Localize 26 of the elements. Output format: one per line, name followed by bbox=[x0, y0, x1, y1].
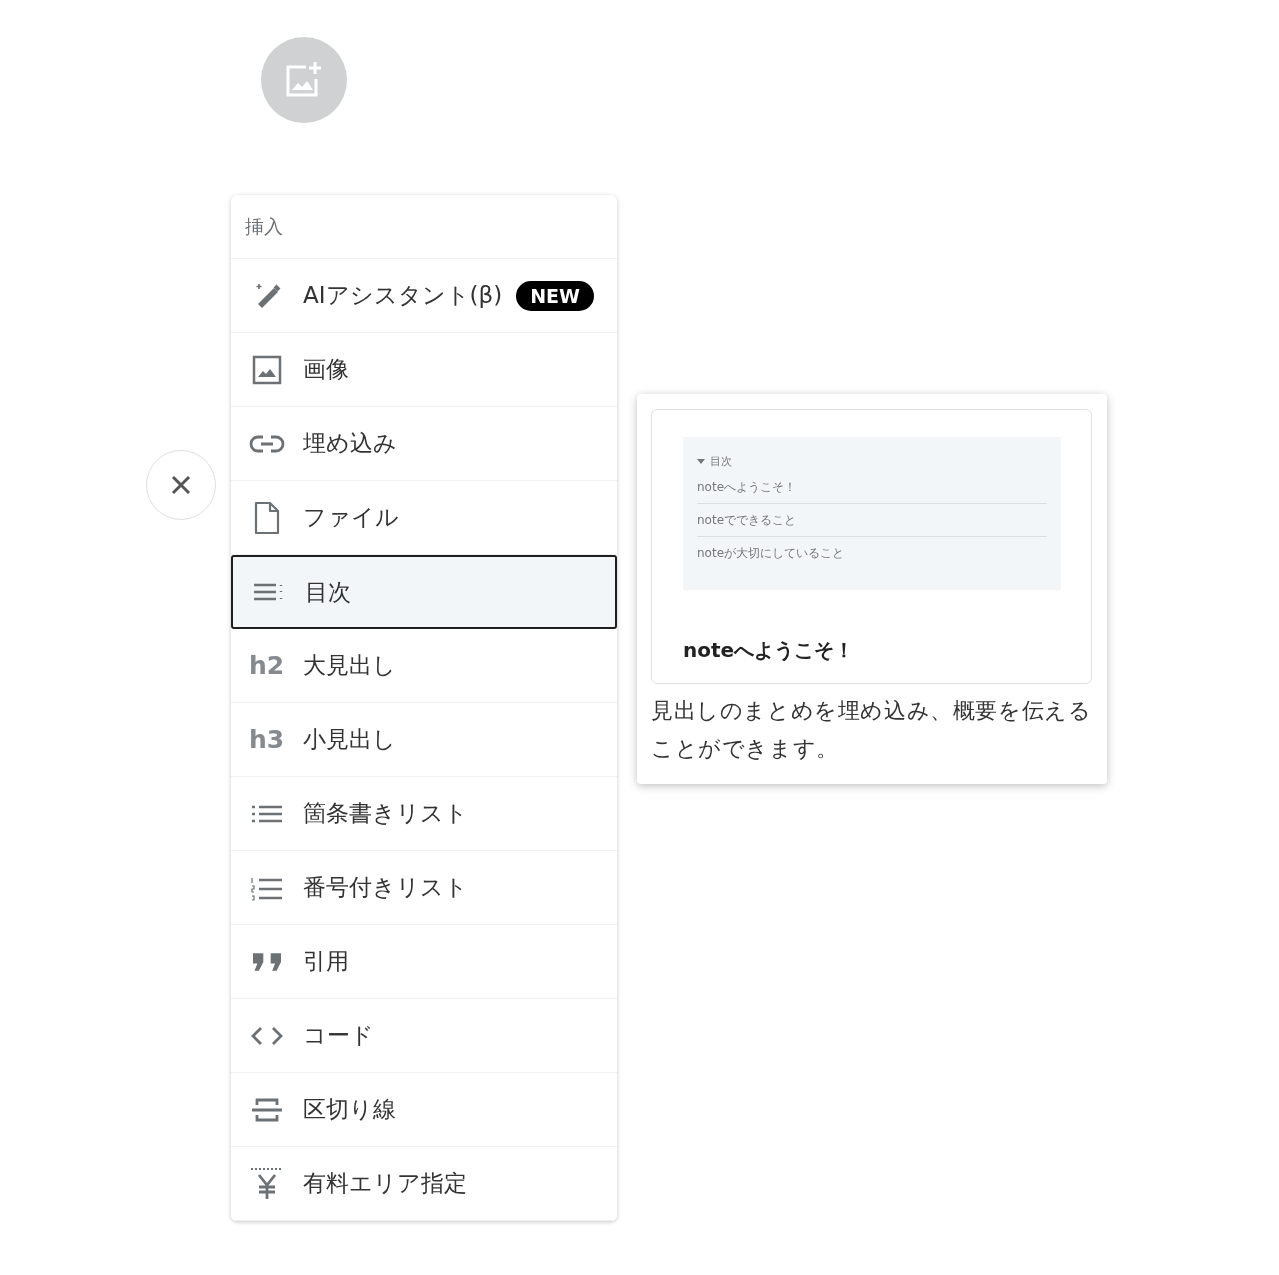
toc-entry: noteへようこそ！ bbox=[697, 478, 797, 496]
menu-item[interactable]: 区切り線 bbox=[231, 1073, 617, 1147]
toc-entry: noteでできること bbox=[697, 511, 797, 529]
preview-heading: noteへようこそ！ bbox=[683, 637, 856, 664]
new-badge: NEW bbox=[516, 280, 594, 311]
toc-title: 目次 bbox=[710, 453, 732, 469]
menu-item[interactable]: 有料エリア指定 bbox=[231, 1147, 617, 1221]
menu-item[interactable]: h3 小見出し bbox=[231, 703, 617, 777]
menu-item[interactable]: 埋め込み bbox=[231, 407, 617, 481]
menu-item[interactable]: コード bbox=[231, 999, 617, 1073]
menu-item[interactable]: 引用 bbox=[231, 925, 617, 999]
menu-item[interactable]: 目次 bbox=[231, 555, 617, 629]
add-image-icon bbox=[284, 61, 324, 99]
menu-item[interactable]: h2 大見出し bbox=[231, 629, 617, 703]
toc-entry: noteが大切にしていること bbox=[697, 544, 845, 562]
menu-item[interactable]: ファイル bbox=[231, 481, 617, 555]
close-icon bbox=[171, 475, 191, 495]
quote-icon bbox=[253, 952, 281, 971]
menu-item[interactable]: 箇条書きリスト bbox=[231, 777, 617, 851]
preview-description: 見出しのまとめを埋め込み、概要を伝えることができます。 bbox=[651, 697, 1092, 763]
heading-icon: h3 bbox=[249, 725, 285, 754]
menu-item[interactable]: 番号付きリスト bbox=[231, 851, 617, 925]
heading-icon: h2 bbox=[249, 651, 285, 680]
menu-item[interactable]: AIアシスタント(β) NEW bbox=[231, 259, 617, 333]
caret-icon bbox=[697, 458, 705, 464]
menu-item[interactable]: 画像 bbox=[231, 333, 617, 407]
